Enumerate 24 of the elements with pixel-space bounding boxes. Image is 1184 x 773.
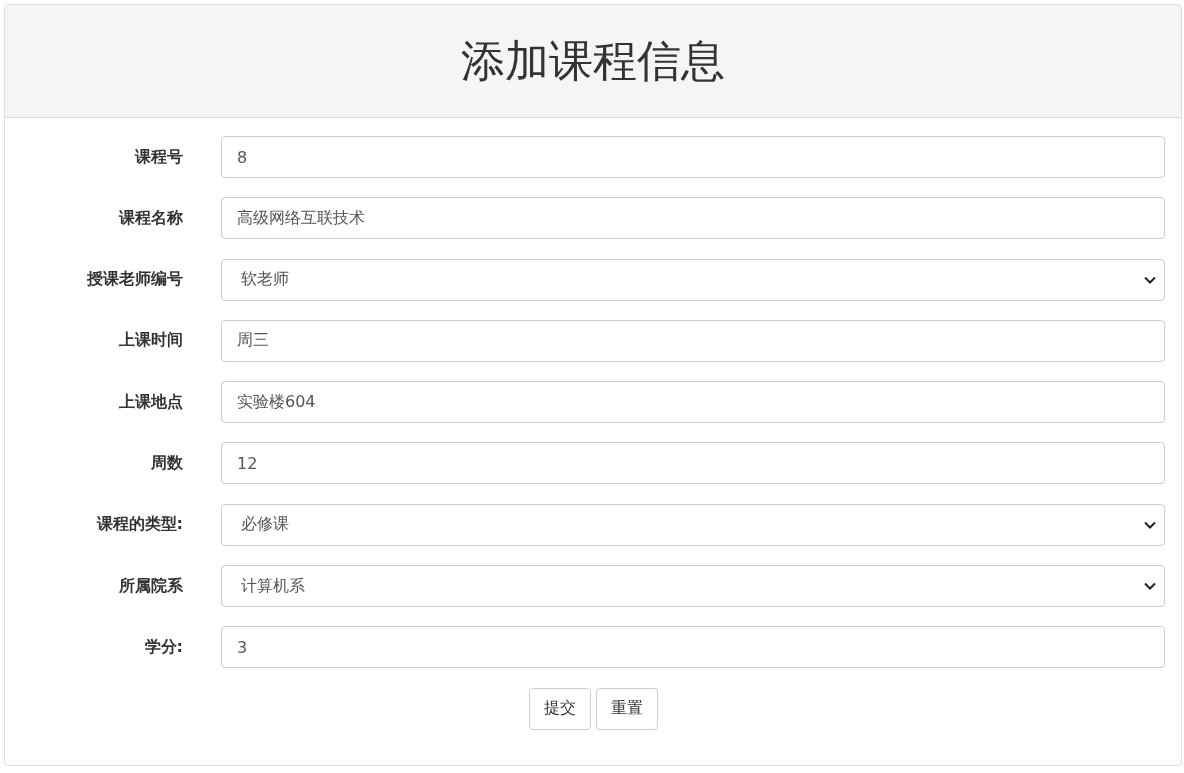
field-label: 课程号 bbox=[133, 146, 183, 168]
form-button[interactable]: 提交 bbox=[528, 687, 591, 730]
chevron-icon bbox=[1144, 275, 1156, 284]
field-label: 上课地点 bbox=[118, 391, 183, 413]
select-field[interactable]: 软老师 bbox=[221, 258, 1165, 301]
chevron-icon bbox=[1144, 582, 1156, 591]
select-field[interactable]: 计算机系 bbox=[221, 565, 1165, 608]
field-label: 课程名称 bbox=[117, 207, 183, 229]
field-label: 课程的类型: bbox=[95, 514, 183, 536]
input-field[interactable]: 周三 bbox=[221, 319, 1165, 362]
input-field[interactable]: 3 bbox=[221, 626, 1165, 669]
chevron-icon bbox=[1144, 520, 1156, 529]
field-label: 上课时间 bbox=[118, 330, 183, 352]
field-label: 学分: bbox=[143, 636, 183, 658]
form-button[interactable]: 重置 bbox=[595, 687, 658, 730]
input-field[interactable]: 高级网络互联技术 bbox=[221, 197, 1165, 240]
field-label: 授课老师编号 bbox=[86, 269, 183, 291]
field-label: 周数 bbox=[150, 453, 183, 474]
input-field[interactable]: 8 bbox=[221, 136, 1165, 178]
field-label: 所属院系 bbox=[118, 575, 183, 597]
input-field[interactable]: 实验楼604 bbox=[221, 381, 1165, 424]
input-field[interactable]: 12 bbox=[221, 442, 1165, 485]
select-field[interactable]: 必修课 bbox=[221, 503, 1165, 546]
page-title: 添加课程信息 bbox=[461, 33, 725, 88]
